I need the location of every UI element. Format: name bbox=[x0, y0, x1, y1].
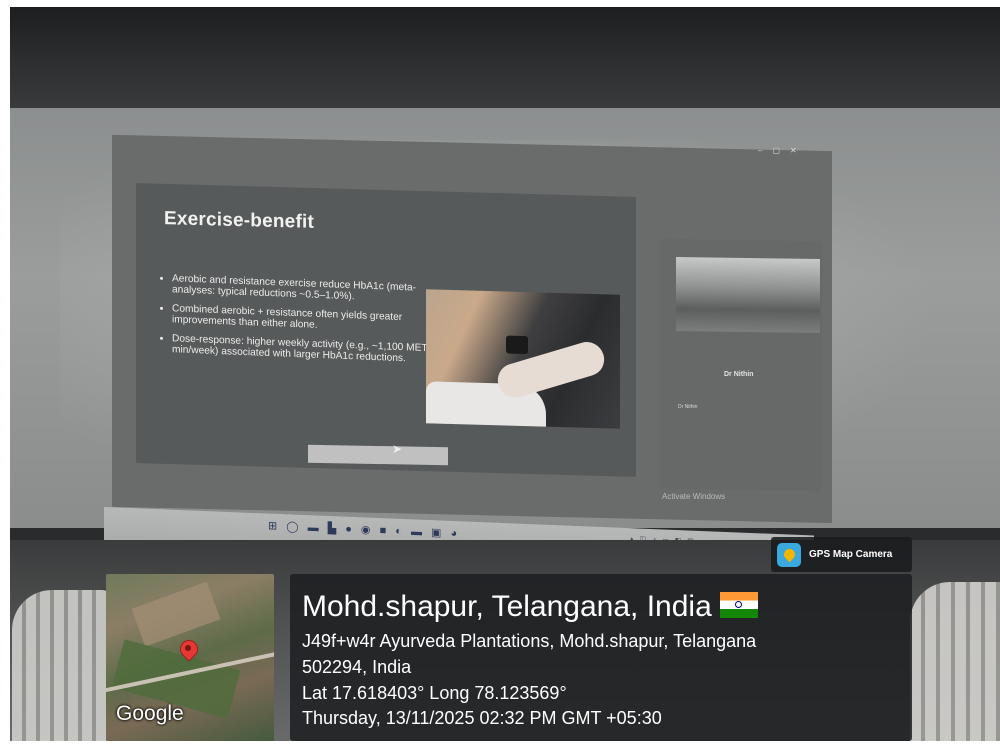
address-line-1: J49f+w4r Ayurveda Plantations, Mohd.shap… bbox=[302, 631, 757, 651]
slide-caption-bar bbox=[308, 444, 448, 466]
slide-photo-device bbox=[506, 335, 528, 355]
coordinates: Lat 17.618403° Long 78.123569° bbox=[302, 683, 567, 703]
map-thumbnail: Google bbox=[106, 574, 274, 741]
location-info-panel: Mohd.shapur, Telangana, India J49f+w4r A… bbox=[290, 574, 912, 741]
slide-bullets: Aerobic and resistance exercise reduce H… bbox=[158, 273, 434, 374]
slide-bullet: Dose-response: higher weekly activity (e… bbox=[172, 333, 434, 365]
datetime: Thursday, 13/11/2025 02:32 PM GMT +05:30 bbox=[302, 708, 662, 728]
participant-video[interactable] bbox=[676, 256, 820, 334]
place-title-text: Mohd.shapur, Telangana, India bbox=[302, 590, 712, 623]
participant-name: Dr Nithin bbox=[724, 371, 754, 378]
place-title: Mohd.shapur, Telangana, India bbox=[302, 590, 758, 624]
border-bottom bbox=[0, 741, 1000, 751]
participant-label: Dr Nithin bbox=[678, 404, 698, 410]
gps-map-camera-badge: GPS Map Camera bbox=[771, 537, 912, 572]
chair-right bbox=[910, 582, 1000, 751]
map-pin-dot bbox=[185, 645, 191, 651]
ceiling bbox=[0, 0, 1000, 112]
slide-title: Exercise-benefit bbox=[164, 208, 314, 233]
border-top bbox=[0, 0, 1000, 7]
gps-map-camera-icon bbox=[777, 542, 801, 567]
india-flag-icon bbox=[719, 592, 758, 618]
slide-photo bbox=[426, 289, 620, 429]
chair-left bbox=[12, 590, 112, 751]
border-left bbox=[0, 0, 10, 751]
address-line-2: 502294, India bbox=[302, 657, 412, 677]
activate-windows-watermark: Activate Windows bbox=[662, 492, 726, 501]
window-controls[interactable]: –▢✕ bbox=[758, 146, 807, 155]
gps-badge-label: GPS Map Camera bbox=[809, 549, 893, 560]
mouse-cursor-icon: ➤ bbox=[392, 442, 403, 456]
map-field bbox=[131, 581, 221, 647]
google-attribution: Google bbox=[116, 702, 184, 725]
slide-bullet: Combined aerobic + resistance often yiel… bbox=[172, 303, 434, 335]
